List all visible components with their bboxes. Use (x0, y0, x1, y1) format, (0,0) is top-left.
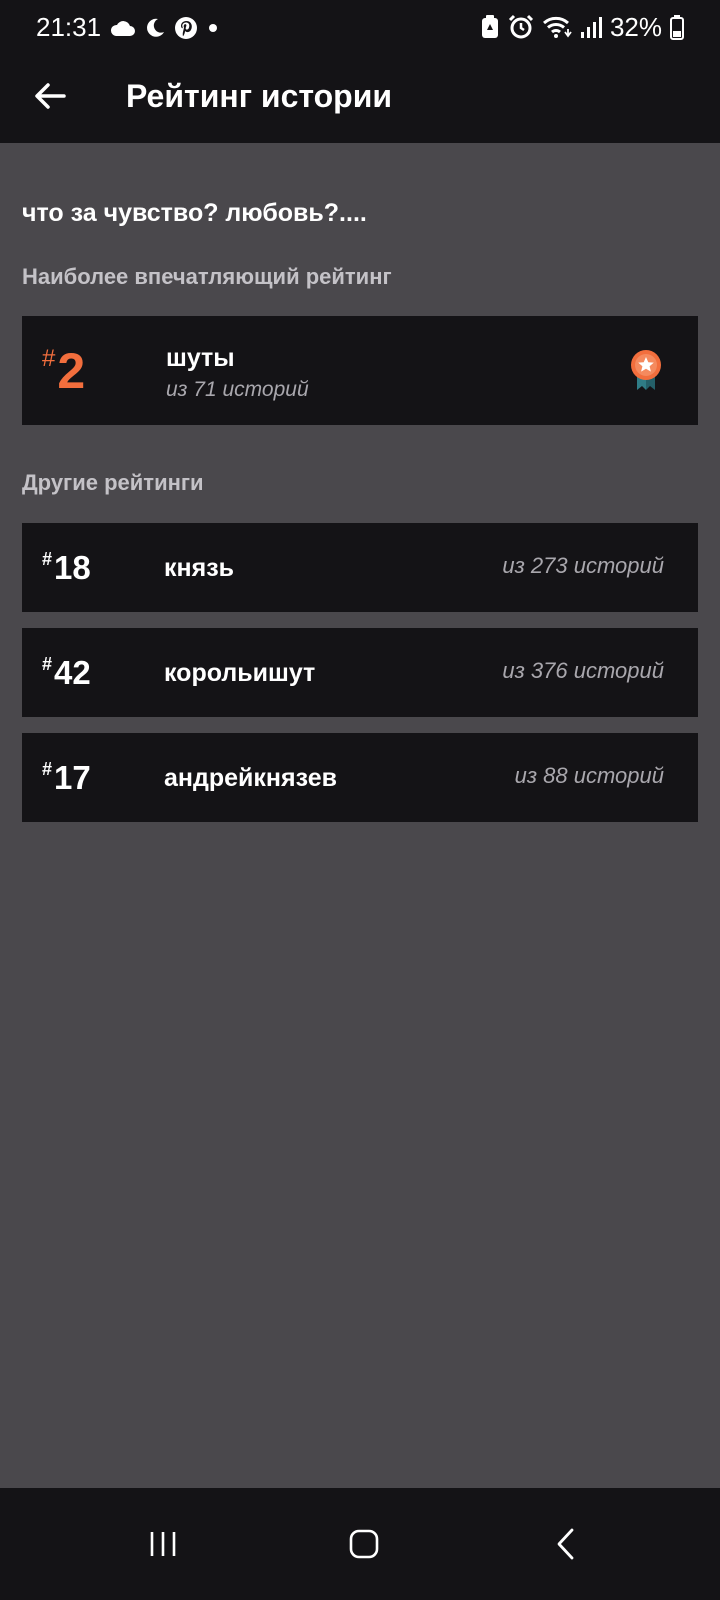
signal-icon (580, 17, 602, 38)
rank-hash: # (42, 549, 53, 569)
home-button[interactable] (336, 1516, 392, 1572)
total-stories: из 376 историй (502, 658, 664, 683)
ranking-row[interactable]: # 17 андрейкнязев из 88 историй (22, 733, 698, 822)
screen: 21:31 32% Рейтинг истории что за чувство… (0, 0, 720, 1600)
other-rankings-section-label: Другие рейтинги (22, 470, 204, 495)
battery-icon (670, 15, 684, 40)
ranking-row[interactable]: # 42 корольишут из 376 историй (22, 628, 698, 717)
ranking-row[interactable]: # 18 князь из 273 историй (22, 523, 698, 612)
featured-ranking-card[interactable]: # 2 шуты из 71 историй (22, 316, 698, 425)
battery-percent: 32% (609, 12, 662, 42)
rank-hash: # (42, 345, 56, 372)
page-title: Рейтинг истории (126, 78, 393, 114)
rank-number: 42 (54, 654, 91, 691)
ribbon-star-badge-icon (631, 350, 661, 390)
battery-saver-icon (481, 15, 498, 38)
arrow-left-icon (35, 83, 66, 109)
wifi-icon (542, 16, 572, 38)
tag-name: корольишут (164, 659, 316, 687)
app-bar: Рейтинг истории (0, 54, 720, 143)
featured-tag-name: шуты (166, 344, 235, 372)
rank-number: 18 (54, 549, 91, 586)
total-stories: из 88 историй (514, 763, 664, 788)
status-time: 21:31 (36, 12, 102, 42)
rank-number: 17 (54, 759, 91, 796)
moon-icon (147, 18, 164, 37)
system-nav-bar (0, 1488, 720, 1600)
tag-name: князь (164, 554, 234, 582)
recent-apps-icon (150, 1532, 176, 1556)
rank: # 18 (42, 549, 91, 587)
featured-rank: # 2 (42, 344, 85, 398)
dot-icon (209, 24, 217, 32)
story-title: что за чувство? любовь?.... (22, 199, 367, 227)
back-chevron-icon (557, 1528, 574, 1560)
rank-number: 2 (57, 343, 86, 399)
featured-section-label: Наиболее впечатляющий рейтинг (22, 264, 392, 289)
pinterest-icon (175, 17, 197, 39)
rank: # 42 (42, 654, 91, 692)
tag-name: андрейкнязев (164, 764, 337, 792)
status-icons-right: 32% (480, 12, 684, 42)
featured-total-stories: из 71 историй (166, 378, 309, 401)
back-button[interactable] (22, 68, 78, 124)
cloud-icon (110, 21, 135, 36)
rank-hash: # (42, 654, 53, 674)
rank-hash: # (42, 759, 53, 779)
status-icons-left (110, 14, 220, 42)
rank: # 17 (42, 759, 91, 797)
system-back-button[interactable] (538, 1516, 594, 1572)
recent-apps-button[interactable] (135, 1516, 191, 1572)
alarm-icon (508, 14, 534, 39)
status-bar: 21:31 32% (0, 0, 720, 54)
home-icon (349, 1529, 379, 1559)
total-stories: из 273 историй (502, 553, 664, 578)
